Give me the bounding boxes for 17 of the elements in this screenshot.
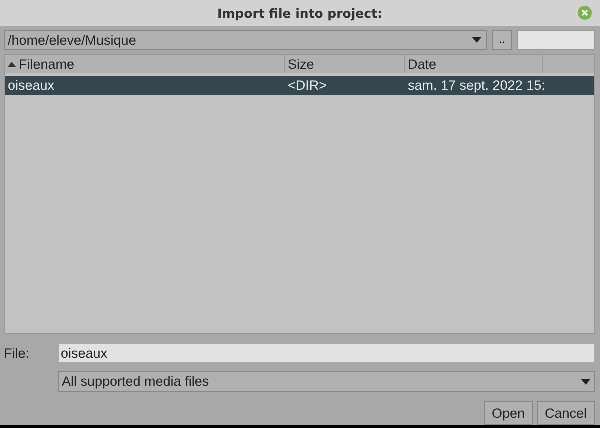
column-header[interactable]: Size — [285, 55, 405, 73]
window-title: Import file into project: — [217, 6, 383, 20]
dropdown-arrow-icon — [472, 37, 482, 43]
filter-field[interactable] — [517, 30, 595, 50]
sort-arrow-icon — [8, 62, 16, 66]
close-icon[interactable] — [578, 6, 592, 20]
file-label: File: — [4, 346, 31, 360]
dropdown-arrow-icon — [581, 378, 591, 384]
column-header[interactable]: Date — [405, 55, 543, 73]
file-row[interactable]: oiseaux <DIR> sam. 17 sept. 2022 15: — [5, 76, 594, 95]
dialog-button[interactable]: Cancel — [536, 401, 595, 425]
dialog-button[interactable]: Open — [484, 401, 533, 425]
path-dropdown[interactable]: /home/eleve/Musique — [4, 30, 487, 50]
file-type-dropdown[interactable]: All supported media files — [58, 371, 595, 392]
parent-folder-button[interactable]: .. — [492, 30, 512, 50]
file-name-field[interactable]: oiseaux — [58, 343, 595, 363]
column-header[interactable]: Filename — [5, 55, 285, 73]
